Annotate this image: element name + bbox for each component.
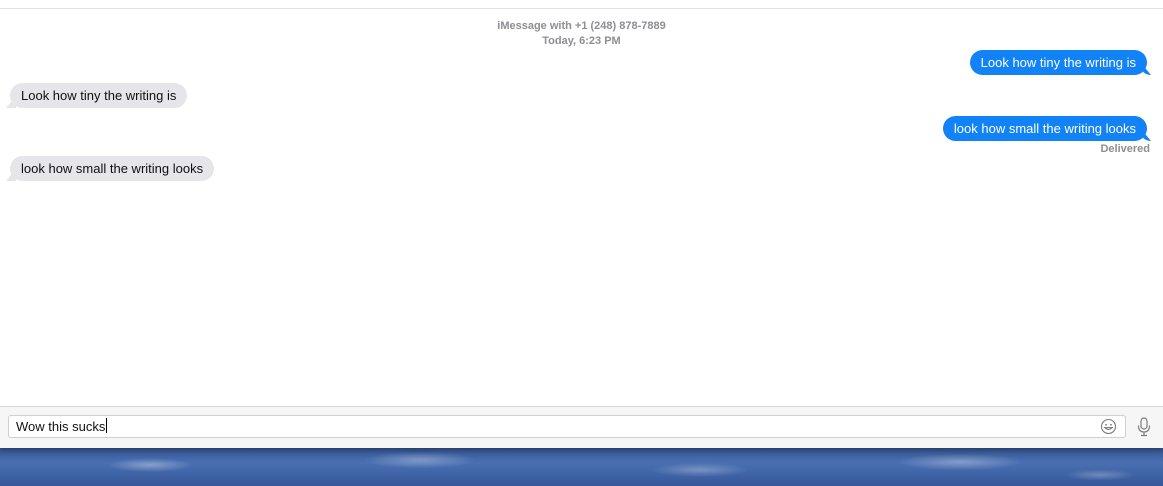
title-divider <box>0 8 1163 9</box>
message-input[interactable]: Wow this sucks <box>8 415 1126 438</box>
delivery-status: Delivered <box>1100 143 1150 155</box>
emoji-icon[interactable] <box>1100 418 1117 435</box>
conversation-recipient: iMessage with +1 (248) 878-7889 <box>497 20 666 32</box>
message-bubble-sent[interactable]: Look how tiny the writing is <box>969 50 1147 75</box>
text-caret <box>106 418 108 433</box>
conversation-timestamp: Today, 6:23 PM <box>542 35 621 47</box>
messages-window: iMessage with +1 (248) 878-7889 Today, 6… <box>0 0 1163 448</box>
microphone-icon[interactable] <box>1137 417 1151 437</box>
message-input-text[interactable]: Wow this sucks <box>16 416 108 437</box>
compose-bar: Wow this sucks <box>0 406 1163 448</box>
conversation-header: iMessage with +1 (248) 878-7889 Today, 6… <box>0 19 1163 49</box>
message-bubble-sent[interactable]: look how small the writing looks <box>942 116 1147 141</box>
message-bubble-received[interactable]: Look how tiny the writing is <box>10 83 188 108</box>
message-bubble-received[interactable]: look how small the writing looks <box>10 156 215 181</box>
